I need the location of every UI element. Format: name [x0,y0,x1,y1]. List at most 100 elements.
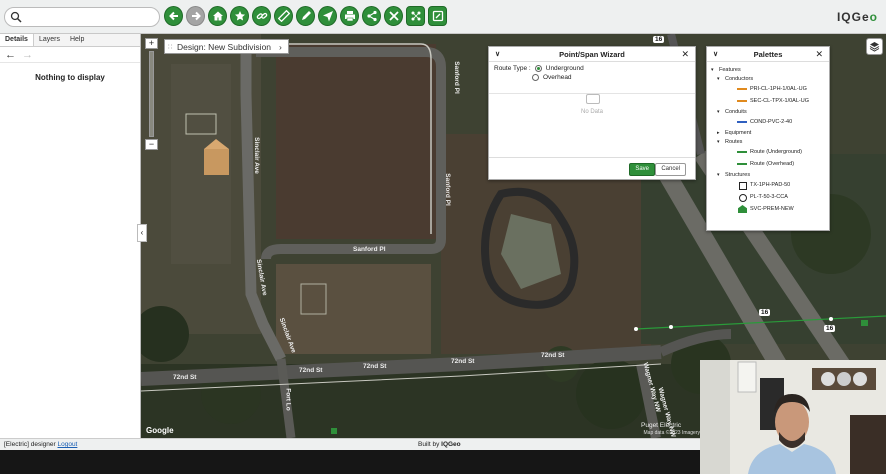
palette-item[interactable]: Route (Underground) [711,146,829,158]
details-panel: Details Layers Help ← → Nothing to displ… [0,34,141,438]
ruler-icon [277,10,290,22]
underground-radio[interactable] [534,65,542,72]
empty-message: Nothing to display [35,73,105,82]
close-icon[interactable]: ✕ [815,49,823,60]
print-button[interactable] [340,6,359,26]
cancel-button[interactable]: Cancel [655,163,686,176]
street-label: 72nd St [451,358,475,365]
design-title-tab[interactable]: ∷ Design: New Subdivision › [164,39,289,54]
palette-item[interactable]: TX-1PH-PAD-50 [711,179,829,191]
home-icon [212,11,223,21]
tree-node-routes[interactable]: ▾ Routes [711,137,829,146]
palette-item[interactable]: SVC-PREM-NEW [711,203,829,215]
back-icon [168,11,178,21]
close-icon[interactable]: ✕ [681,49,689,60]
tree-node-conduits[interactable]: ▾ Conduits [711,107,829,116]
overhead-radio[interactable] [532,74,539,81]
network-button[interactable] [406,6,425,26]
route-type-label: Route Type : [494,65,531,72]
layers-icon [869,42,880,52]
street-label: 72nd St [363,363,387,370]
forward-icon [191,11,201,21]
forward-button[interactable] [186,6,205,26]
design-button[interactable] [428,6,447,26]
tools-button[interactable] [384,6,403,26]
no-data-text: No Data [580,109,603,115]
forward-arrow-icon[interactable]: → [22,49,33,61]
layers-button[interactable] [866,38,883,55]
tool-buttons [164,6,447,26]
bookmark-button[interactable] [230,6,249,26]
caret-down-icon: ▾ [717,138,720,145]
locate-button[interactable] [318,6,337,26]
conduit-line-icon [737,119,747,125]
drag-handle-icon[interactable]: ∷ [168,43,172,51]
street-label: Sanford Pl [353,246,386,253]
zoom-control: + − [145,38,158,150]
link-icon [256,12,267,20]
chevron-down-icon[interactable]: ∨ [495,50,500,58]
tab-details[interactable]: Details [0,34,34,46]
tree-node-features[interactable]: ▾ Features [711,65,829,74]
palette-item[interactable]: Route (Overhead) [711,158,829,170]
palette-item[interactable]: COND-PVC-2-40 [711,116,829,128]
star-icon [234,11,245,21]
route-type-row: Route Type : Underground [494,65,695,72]
back-arrow-icon[interactable]: ← [5,49,16,61]
point-span-wizard: ∨ Point/Span Wizard ✕ Route Type : Under… [488,46,696,180]
zoom-out-button[interactable]: − [145,139,158,150]
street-label: Sanford Pl [452,61,460,94]
route-line-icon [737,149,747,155]
link-button[interactable] [252,6,271,26]
transformer-icon [737,182,747,190]
tree-node-equipment[interactable]: ▸ Equipment [711,128,829,137]
highway-badge: 16 [759,309,771,316]
street-label: 72nd St [299,367,323,374]
palette-tree: ▾ Features ▾ Conductors PRI-CL-1PH-1/0AL-U… [707,62,829,215]
search-box[interactable] [4,7,160,27]
draw-button[interactable] [296,6,315,26]
caret-down-icon: ▾ [717,171,720,178]
share-button[interactable] [362,6,381,26]
measure-button[interactable] [274,6,293,26]
tree-node-conductors[interactable]: ▾ Conductors [711,74,829,83]
zoom-in-button[interactable]: + [145,38,158,49]
user-status: [Electric] designer Logout [4,441,78,448]
app-logo: IQGeo [836,10,878,24]
collapse-panel-button[interactable]: ‹ [137,224,147,242]
pen-icon [301,11,311,20]
caret-down-icon: ▾ [711,66,714,73]
chevron-right-icon[interactable]: › [279,42,282,52]
logout-link[interactable]: Logout [57,441,77,448]
tab-help[interactable]: Help [65,34,89,46]
highway-badge: 16 [824,325,836,332]
home-button[interactable] [208,6,227,26]
google-logo: Google [146,426,174,435]
street-label: 72nd St [541,352,565,359]
save-button[interactable]: Save [629,163,655,176]
tools-icon [388,11,399,21]
pole-icon [737,194,747,202]
wizard-footer: Save Cancel [489,157,695,179]
zoom-slider[interactable] [149,51,154,137]
overhead-option[interactable]: Overhead [543,74,572,81]
map-attribution: Map data ©2023 Imagery [643,430,701,436]
palette-item[interactable]: PL-T-50-3-CCA [711,191,829,203]
panel-tabs: Details Layers Help [0,34,140,47]
network-icon [411,11,420,21]
tree-node-structures[interactable]: ▾ Structures [711,170,829,179]
webcam-video [700,360,886,474]
back-button[interactable] [164,6,183,26]
underground-option[interactable]: Underground [546,65,584,72]
tab-layers[interactable]: Layers [34,34,65,46]
street-label: Sanford Pl [443,173,451,206]
search-input[interactable] [24,10,154,24]
built-by: Built by IQGeo [418,441,461,448]
palettes-panel: ∨ Palettes ✕ ▾ Features ▾ Conductors PRI-C… [706,46,830,231]
highway-badge: 16 [653,36,665,43]
presenter-video [700,360,886,474]
palette-item[interactable]: SEC-CL-TPX-1/0AL-UG [711,95,829,107]
chevron-down-icon[interactable]: ∨ [713,50,718,58]
palette-item[interactable]: PRI-CL-1PH-1/0AL-UG [711,83,829,95]
route-line-icon [737,161,747,167]
